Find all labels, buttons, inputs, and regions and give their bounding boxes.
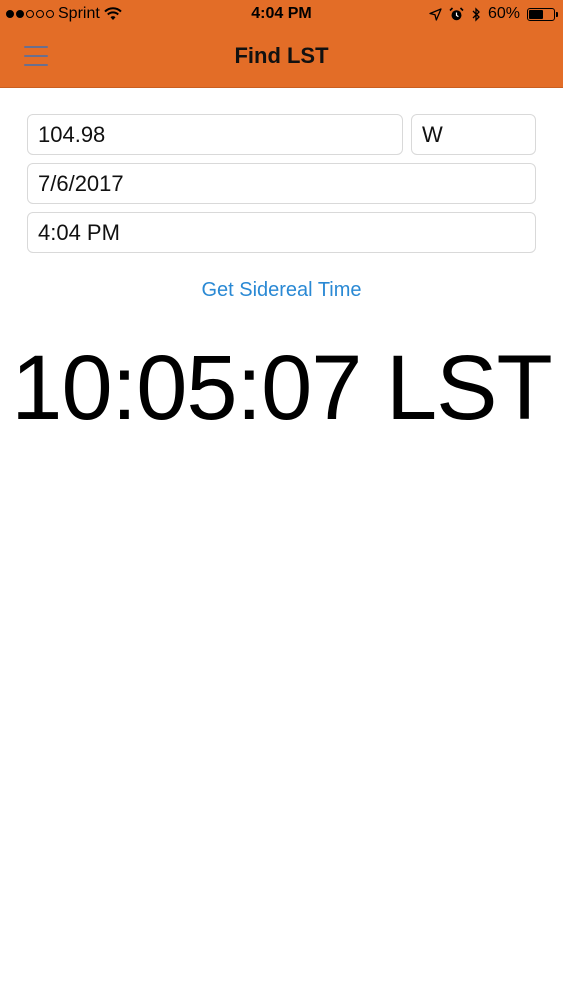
status-bar: Sprint 4:04 PM 60% [0,0,563,30]
direction-input[interactable] [411,114,536,155]
time-input[interactable] [27,212,536,253]
longitude-input[interactable] [27,114,403,155]
sidereal-time-result: 10:05:07 LST [11,337,552,439]
location-arrow-icon [429,7,442,21]
battery-percentage: 60% [487,5,520,22]
bluetooth-icon [472,6,480,22]
status-right: 60% [429,5,558,23]
battery-icon [527,7,558,21]
app-header: Sprint 4:04 PM 60% Find LST [0,0,563,88]
alarm-icon [449,6,464,20]
battery-level [529,9,543,19]
date-input[interactable] [27,163,536,204]
page-title: Find LST [234,43,329,68]
get-sidereal-time-button[interactable]: Get Sidereal Time [0,279,563,302]
